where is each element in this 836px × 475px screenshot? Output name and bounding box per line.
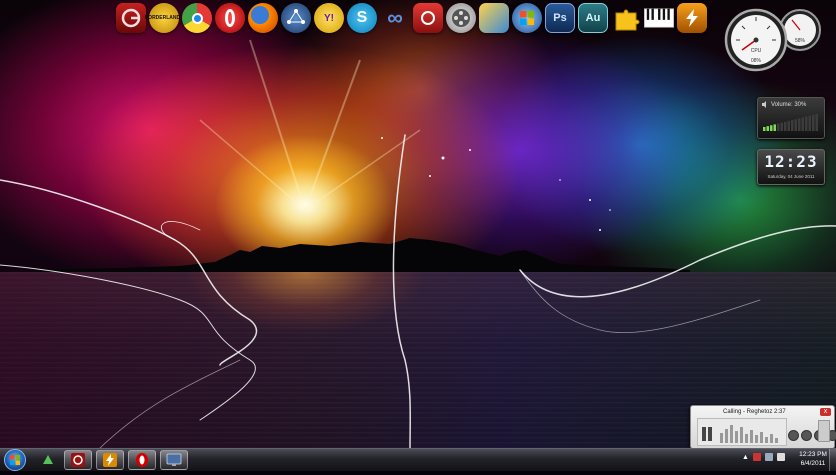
- cpu-label: CPU: [751, 48, 762, 54]
- play-button[interactable]: [801, 430, 812, 441]
- media-tools-icon[interactable]: [479, 3, 509, 33]
- player-close-button[interactable]: x: [820, 408, 831, 416]
- volume-bar: [812, 114, 815, 131]
- taskbar-monitor[interactable]: [160, 450, 188, 470]
- system-tray: ▲: [742, 453, 785, 461]
- volume-level-bars[interactable]: [763, 113, 819, 131]
- pause-icon: [702, 427, 706, 441]
- opera-icon[interactable]: [215, 3, 245, 33]
- monitor-icon: [166, 453, 182, 466]
- taskbar-date: 6/4/2011: [800, 460, 826, 467]
- previous-button[interactable]: [788, 430, 799, 441]
- windows-icon[interactable]: [512, 3, 542, 33]
- puzzle-icon[interactable]: [611, 3, 641, 33]
- borderlands-icon[interactable]: BORDERLANDS: [145, 3, 183, 33]
- garena-icon[interactable]: [116, 3, 146, 33]
- chrome-icon[interactable]: [182, 3, 212, 33]
- skype-label: S: [356, 9, 368, 26]
- light-swirls: [0, 134, 836, 448]
- audition-label: Au: [585, 12, 601, 24]
- winamp-icon[interactable]: [677, 3, 707, 33]
- volume-gadget[interactable]: Volume: 30%: [757, 97, 825, 139]
- yahoo-messenger-icon[interactable]: Y!: [314, 3, 344, 33]
- desktop-wallpaper: [0, 0, 836, 448]
- skype-icon[interactable]: S: [347, 3, 377, 33]
- film-reel-icon[interactable]: [446, 3, 476, 33]
- tray-app-icon[interactable]: [752, 453, 761, 461]
- volume-bar: [805, 116, 808, 131]
- piano-icon[interactable]: [644, 3, 674, 33]
- volume-bar: [787, 120, 790, 131]
- volume-label: Volume: 30%: [771, 102, 807, 108]
- volume-bar: [794, 119, 797, 131]
- volume-bar: [766, 126, 769, 131]
- taskbar-time: 12:23 PM: [799, 451, 827, 458]
- photoshop-label: Ps: [553, 12, 567, 24]
- volume-bar: [773, 124, 776, 131]
- app-dock: BORDERLANDS Y! S ∞ Ps Au: [116, 3, 707, 37]
- show-desktop-button[interactable]: [829, 449, 836, 471]
- visualizer: [697, 418, 787, 446]
- volume-bar: [791, 120, 794, 131]
- taskbar-opera[interactable]: [128, 450, 156, 470]
- cpu-meter-gadget[interactable]: CPU 08% 58%: [722, 6, 822, 76]
- taskbar-clock[interactable]: 12:23 PM 6/4/2011: [796, 450, 830, 468]
- opera-icon: [136, 453, 148, 467]
- infinity-icon[interactable]: ∞: [380, 3, 410, 33]
- volume-bar: [798, 118, 801, 131]
- volume-bar: [808, 115, 811, 131]
- network-icon[interactable]: [281, 3, 311, 33]
- network-tray-icon[interactable]: [764, 453, 773, 461]
- windows-logo-icon: [10, 455, 20, 465]
- clock-gadget: 12:23 Saturday, 04 June 2011: [757, 149, 825, 185]
- volume-bar: [801, 117, 804, 131]
- gadget-clock-time: 12:23: [764, 152, 818, 171]
- taskbar-winamp[interactable]: [96, 450, 124, 470]
- show-hidden-icons-button[interactable]: ▲: [742, 454, 749, 461]
- volume-bar: [784, 121, 787, 131]
- infinity-label: ∞: [387, 5, 403, 30]
- volume-bar: [777, 123, 780, 131]
- ram-value: 58%: [795, 38, 806, 44]
- volume-bar: [770, 125, 773, 131]
- utorrent-icon: [43, 455, 53, 464]
- winamp-icon: [103, 453, 117, 467]
- gadget-clock-date: Saturday, 04 June 2011: [767, 174, 815, 179]
- garena-icon: [71, 453, 85, 467]
- taskbar-garena[interactable]: [64, 450, 92, 470]
- audition-icon[interactable]: Au: [578, 3, 608, 33]
- taskbar-utorrent[interactable]: [34, 450, 62, 470]
- now-playing-title: Calling - Reghetoz 2:37: [723, 409, 786, 415]
- photo-booth-icon[interactable]: [413, 3, 443, 33]
- player-volume-slider[interactable]: [818, 420, 830, 442]
- photoshop-icon[interactable]: Ps: [545, 3, 575, 33]
- cpu-value: 08%: [751, 58, 762, 64]
- media-player-widget: Calling - Reghetoz 2:37 x: [690, 405, 836, 449]
- volume-bar: [763, 127, 766, 131]
- volume-tray-icon[interactable]: [776, 453, 785, 461]
- borderlands-label: BORDERLANDS: [144, 15, 184, 21]
- speaker-icon: [762, 101, 766, 108]
- volume-bar: [780, 122, 783, 131]
- taskbar: ▲ 12:23 PM 6/4/2011: [0, 448, 836, 471]
- start-button[interactable]: [4, 449, 26, 471]
- volume-bar: [815, 114, 818, 131]
- firefox-icon[interactable]: [248, 3, 278, 33]
- yahoo-messenger-label: Y!: [324, 12, 334, 24]
